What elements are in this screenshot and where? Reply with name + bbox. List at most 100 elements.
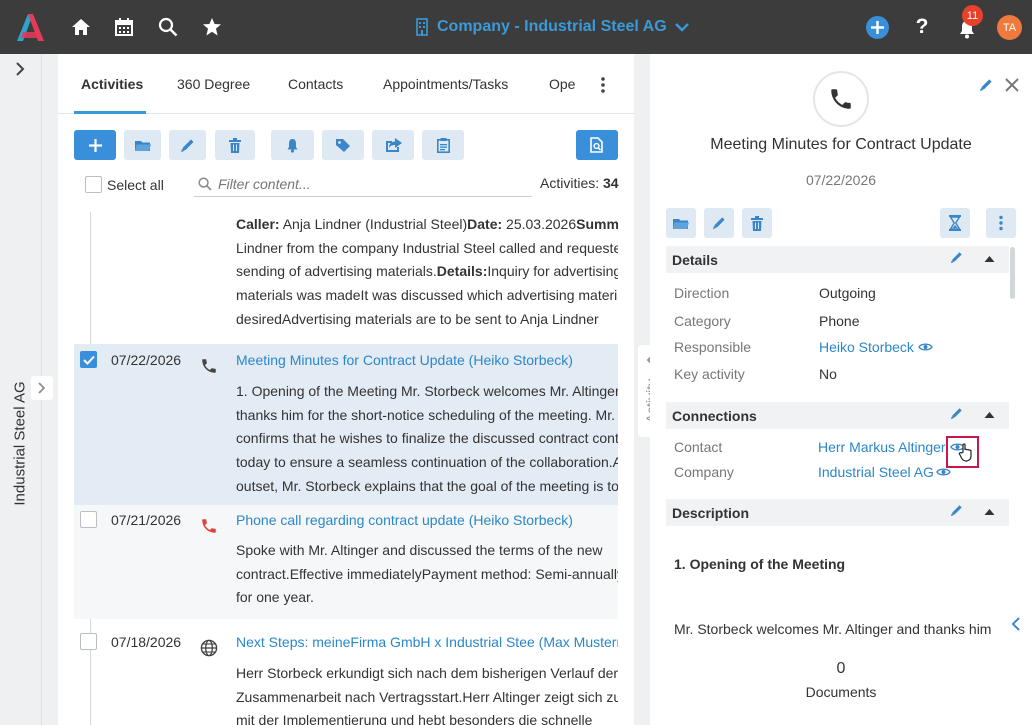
activity-body-line: Lindner from the company Industrial Stee… <box>236 237 618 261</box>
select-all-checkbox[interactable] <box>85 176 102 193</box>
activity-body-label: Details: <box>436 263 488 280</box>
field-value-company[interactable]: Industrial Steel AG <box>818 464 934 480</box>
activity-body-text: mit der Implementierung und hebt besonde… <box>236 712 593 725</box>
field-label-direction: Direction <box>674 285 730 301</box>
activity-body-text: 25.03.2026 <box>502 216 577 232</box>
list-item[interactable]: Caller: Anja Lindner (Industrial Steel)D… <box>74 212 618 344</box>
chevron-left-icon[interactable] <box>1011 617 1021 631</box>
activity-title-link[interactable]: Meeting Minutes for Contract Update (Hei… <box>236 352 573 368</box>
tab-contacts[interactable]: Contacts <box>288 76 343 92</box>
pencil-icon[interactable] <box>950 251 963 264</box>
folder-button[interactable] <box>124 130 161 160</box>
list-item[interactable]: 07/22/2026 Meeting Minutes for Contract … <box>74 344 618 505</box>
filter-input[interactable]: Filter content... <box>194 171 532 197</box>
company-selector[interactable]: Company - Industrial Steel AG <box>415 15 689 39</box>
description-section-header[interactable]: Description <box>666 499 1009 526</box>
row-checkbox[interactable] <box>80 633 97 650</box>
avatar[interactable]: TA <box>997 15 1022 40</box>
export-button[interactable] <box>372 130 414 160</box>
help-icon[interactable]: ? <box>909 14 935 40</box>
home-icon[interactable] <box>68 14 94 40</box>
activity-body-line: Zusammenarbeit nach Vertragsstart.Herr A… <box>236 686 618 710</box>
expand-chevron-icon[interactable] <box>13 62 27 76</box>
details-section-header[interactable]: Details <box>666 246 1009 273</box>
reminder-button[interactable] <box>271 130 314 160</box>
connections-header-label: Connections <box>672 408 757 424</box>
tab-appointments-tasks[interactable]: Appointments/Tasks <box>383 76 508 92</box>
documents-count: 0 <box>836 660 846 677</box>
detail-scrollbar[interactable] <box>1010 247 1015 299</box>
document-search-icon <box>590 137 603 153</box>
phone-icon <box>199 356 219 376</box>
star-icon[interactable] <box>199 14 225 40</box>
phone-outgoing-icon <box>199 516 219 536</box>
field-value-contact[interactable]: Herr Markus Altinger <box>818 439 946 455</box>
list-item[interactable]: 07/21/2026 Phone call regarding contract… <box>74 505 618 619</box>
detail-delete-button[interactable] <box>742 208 772 238</box>
eye-icon[interactable] <box>918 342 933 352</box>
edit-button[interactable] <box>169 130 206 160</box>
activity-body-line: for one year. <box>236 586 618 610</box>
clipboard-icon <box>436 137 450 153</box>
row-checkbox[interactable] <box>80 351 97 368</box>
trash-icon <box>229 137 241 153</box>
activity-body-line: confirms that he wishes to finalize the … <box>236 427 618 451</box>
calendar-icon[interactable] <box>111 14 137 40</box>
activity-body-text: materials was madeIt was discussed which… <box>236 287 618 304</box>
activity-body-label: Caller: <box>236 216 280 232</box>
close-icon[interactable] <box>1005 78 1019 92</box>
activity-body-text: today to ensure a seamless continuation … <box>236 454 618 471</box>
folder-icon <box>134 140 151 151</box>
activities-panel: Activities 360 Degree Contacts Appointme… <box>58 54 634 725</box>
tag-button[interactable] <box>322 130 364 160</box>
delete-button[interactable] <box>215 130 255 160</box>
details-header-label: Details <box>672 252 718 268</box>
detail-folder-button[interactable] <box>666 208 696 238</box>
row-checkbox[interactable] <box>80 511 97 528</box>
activity-body-text: sending of advertising materials. <box>236 263 437 280</box>
field-value-responsible[interactable]: Heiko Storbeck <box>819 339 914 355</box>
hourglass-icon <box>949 215 961 231</box>
collapse-up-icon[interactable] <box>984 255 995 263</box>
collapse-up-icon[interactable] <box>984 508 995 516</box>
report-button[interactable] <box>576 130 618 160</box>
activity-body-line: thanks him for the short-notice scheduli… <box>236 404 618 428</box>
search-icon[interactable] <box>155 14 181 40</box>
detail-edit-button[interactable] <box>704 208 734 238</box>
tab-bar: Activities 360 Degree Contacts Appointme… <box>58 54 634 114</box>
activity-body-text: outset, Mr. Storbeck explains that the g… <box>236 477 618 494</box>
app-logo[interactable] <box>14 11 46 43</box>
field-label-contact: Contact <box>674 439 723 455</box>
collapse-up-icon[interactable] <box>984 411 995 419</box>
select-all-label[interactable]: Select all <box>107 177 164 193</box>
activity-body-line: Herr Storbeck erkundigt sich nach dem bi… <box>236 662 618 686</box>
activity-list: Caller: Anja Lindner (Industrial Steel)D… <box>74 212 618 725</box>
pencil-icon[interactable] <box>950 407 963 420</box>
tab-activities[interactable]: Activities <box>81 76 143 92</box>
rail-collapse-handle[interactable] <box>31 376 53 400</box>
description-heading: 1. Opening of the Meeting <box>674 556 846 572</box>
activity-body-label: Date: <box>467 216 503 232</box>
edit-record-icon[interactable] <box>979 78 993 92</box>
more-tabs-icon[interactable] <box>599 76 607 94</box>
activity-title-link[interactable]: Next Steps: meineFirma GmbH x Industrial… <box>236 634 618 650</box>
activity-body-line: contract.Effective immediatelyPayment me… <box>236 563 618 587</box>
list-item[interactable]: 07/18/2026 Next Steps: meineFirma GmbH x… <box>74 619 618 725</box>
eye-icon[interactable] <box>936 467 951 477</box>
activities-count: Activities: 34 <box>540 175 619 191</box>
add-activity-button[interactable] <box>74 130 116 160</box>
add-new-button[interactable] <box>866 16 889 39</box>
pencil-icon[interactable] <box>950 504 963 517</box>
activity-body-text: Herr Storbeck erkundigt sich nach dem bi… <box>236 665 618 681</box>
clipboard-button[interactable] <box>422 130 464 160</box>
activity-date: 07/21/2026 <box>111 512 182 528</box>
tab-360-degree[interactable]: 360 Degree <box>177 76 250 92</box>
tab-opportunities[interactable]: Ope <box>549 76 575 92</box>
activity-title-link[interactable]: Phone call regarding contract update (He… <box>236 512 573 528</box>
detail-more-button[interactable] <box>986 208 1016 238</box>
documents-label[interactable]: Documents <box>650 684 1032 700</box>
detail-timer-button[interactable] <box>940 208 970 238</box>
field-label-responsible: Responsible <box>674 339 752 355</box>
connections-section-header[interactable]: Connections <box>666 402 1009 429</box>
top-bar: Company - Industrial Steel AG ? 11 TA <box>0 0 1032 54</box>
